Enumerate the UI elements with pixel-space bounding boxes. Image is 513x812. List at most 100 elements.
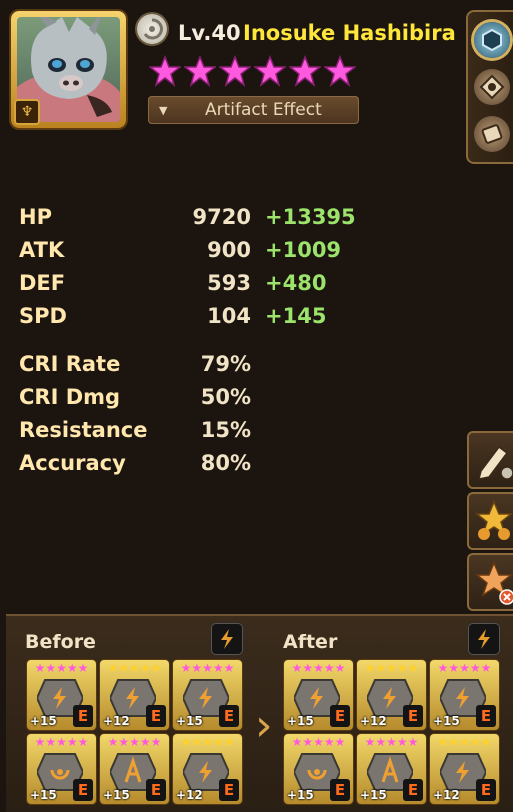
rune-level: +15 bbox=[360, 788, 387, 802]
monster-name: Inosuke Hashibira bbox=[243, 21, 456, 45]
artifact-effect-label: Artifact Effect bbox=[205, 100, 322, 120]
rune-stars: ★★★★★ bbox=[107, 735, 162, 749]
dropdown-triangle-icon: ▼ bbox=[159, 104, 168, 117]
star-icon bbox=[289, 55, 321, 87]
stat-value-cri-rate: 79% bbox=[200, 352, 251, 376]
rune-stars: ★★★★★ bbox=[437, 661, 492, 675]
rune-tab-icon[interactable] bbox=[474, 22, 510, 58]
rune-level: +15 bbox=[103, 788, 130, 802]
star-icon bbox=[149, 55, 181, 87]
rune-stars: ★★★★★ bbox=[180, 735, 235, 749]
before-rune-slot-5[interactable]: ★★★★★ +15 E bbox=[100, 734, 169, 804]
unequip-icon bbox=[474, 561, 513, 605]
rune-level: +15 bbox=[176, 714, 203, 728]
before-energy-button[interactable] bbox=[212, 624, 242, 654]
stat-bonus-atk: +1009 bbox=[265, 238, 342, 262]
stat-label-cri-rate: CRI Rate bbox=[19, 352, 121, 376]
after-rune-slot-2[interactable]: ★★★★★ +12 E bbox=[357, 660, 426, 730]
before-rune-slot-4[interactable]: ★★★★★ +15 E bbox=[27, 734, 96, 804]
rune-stars: ★★★★★ bbox=[291, 661, 346, 675]
energy-icon bbox=[221, 629, 233, 649]
rune-stars: ★★★★★ bbox=[364, 735, 419, 749]
stat-label-atk: ATK bbox=[19, 238, 65, 262]
rune-level: +15 bbox=[30, 714, 57, 728]
rune-grade: E bbox=[219, 779, 239, 801]
rune-level: +15 bbox=[287, 714, 314, 728]
before-rune-slot-6[interactable]: ★★★★★ +12 E bbox=[173, 734, 242, 804]
rune-level: +15 bbox=[30, 788, 57, 802]
artifact-effect-button[interactable]: ▼ Artifact Effect bbox=[148, 96, 359, 124]
rune-grade: E bbox=[73, 779, 93, 801]
before-rune-slot-3[interactable]: ★★★★★ +15 E bbox=[173, 660, 242, 730]
rune-management-button[interactable] bbox=[467, 492, 513, 550]
rune-stars: ★★★★★ bbox=[34, 661, 89, 675]
rune-grade: E bbox=[330, 779, 350, 801]
rune-grade: E bbox=[146, 779, 166, 801]
stat-value-accuracy: 80% bbox=[200, 451, 251, 475]
after-rune-slot-5[interactable]: ★★★★★ +15 E bbox=[357, 734, 426, 804]
rune-stars: ★★★★★ bbox=[364, 661, 419, 675]
after-label: After bbox=[283, 631, 338, 653]
after-rune-slot-6[interactable]: ★★★★★ +12 E bbox=[430, 734, 499, 804]
stat-value-spd: 104 bbox=[207, 304, 251, 328]
stat-label-resistance: Resistance bbox=[19, 418, 148, 442]
stat-label-spd: SPD bbox=[19, 304, 67, 328]
chevron-right-icon: › bbox=[255, 700, 273, 751]
rune-stars: ★★★★★ bbox=[437, 735, 492, 749]
side-tab-bar bbox=[466, 10, 513, 164]
monster-stars bbox=[149, 55, 356, 87]
rune-level: +12 bbox=[176, 788, 203, 802]
scroll-tab-icon[interactable] bbox=[474, 116, 510, 152]
star-icon bbox=[254, 55, 286, 87]
monster-level: Lv.40 bbox=[178, 21, 241, 45]
after-energy-button[interactable] bbox=[469, 624, 499, 654]
rune-grade: E bbox=[146, 705, 166, 727]
rune-grade: E bbox=[330, 705, 350, 727]
stat-label-hp: HP bbox=[19, 205, 52, 229]
rune-stars: ★★★★★ bbox=[34, 735, 89, 749]
stat-bonus-def: +480 bbox=[265, 271, 327, 295]
stat-value-resistance: 15% bbox=[200, 418, 251, 442]
artifact-tab-icon[interactable] bbox=[474, 69, 510, 105]
rune-management-icon bbox=[474, 500, 513, 540]
stat-value-hp: 9720 bbox=[192, 205, 251, 229]
rune-stars: ★★★★★ bbox=[291, 735, 346, 749]
stat-label-def: DEF bbox=[19, 271, 66, 295]
rune-grade: E bbox=[476, 705, 496, 727]
after-rune-slot-4[interactable]: ★★★★★ +15 E bbox=[284, 734, 353, 804]
before-rune-slot-1[interactable]: ★★★★★ +15 E bbox=[27, 660, 96, 730]
stat-value-cri-dmg: 50% bbox=[200, 385, 251, 409]
rune-grade: E bbox=[403, 705, 423, 727]
star-icon bbox=[219, 55, 251, 87]
stat-label-accuracy: Accuracy bbox=[19, 451, 126, 475]
rune-level: +15 bbox=[287, 788, 314, 802]
rune-stars: ★★★★★ bbox=[107, 661, 162, 675]
edit-button[interactable] bbox=[467, 431, 513, 489]
stat-value-atk: 900 bbox=[207, 238, 251, 262]
before-label: Before bbox=[25, 631, 96, 653]
rune-level: +12 bbox=[433, 788, 460, 802]
after-rune-slot-1[interactable]: ★★★★★ +15 E bbox=[284, 660, 353, 730]
before-rune-slot-2[interactable]: ★★★★★ +12 E bbox=[100, 660, 169, 730]
rune-grade: E bbox=[403, 779, 423, 801]
rune-level: +15 bbox=[433, 714, 460, 728]
energy-icon bbox=[478, 629, 490, 649]
star-icon bbox=[184, 55, 216, 87]
rune-grade: E bbox=[73, 705, 93, 727]
after-rune-slot-3[interactable]: ★★★★★ +15 E bbox=[430, 660, 499, 730]
rune-grade: E bbox=[476, 779, 496, 801]
stat-bonus-spd: +145 bbox=[265, 304, 327, 328]
rune-stars: ★★★★★ bbox=[180, 661, 235, 675]
rune-level: +12 bbox=[103, 714, 130, 728]
unequip-button[interactable] bbox=[467, 553, 513, 611]
stat-bonus-hp: +13395 bbox=[265, 205, 356, 229]
stat-value-def: 593 bbox=[207, 271, 251, 295]
attribute-icon: ♆ bbox=[14, 99, 40, 125]
rune-grade: E bbox=[219, 705, 239, 727]
element-icon bbox=[137, 14, 167, 44]
rune-level: +12 bbox=[360, 714, 387, 728]
monster-portrait[interactable]: ♆ bbox=[11, 11, 126, 128]
stat-label-cri-dmg: CRI Dmg bbox=[19, 385, 121, 409]
star-icon bbox=[324, 55, 356, 87]
edit-icon bbox=[477, 445, 513, 480]
